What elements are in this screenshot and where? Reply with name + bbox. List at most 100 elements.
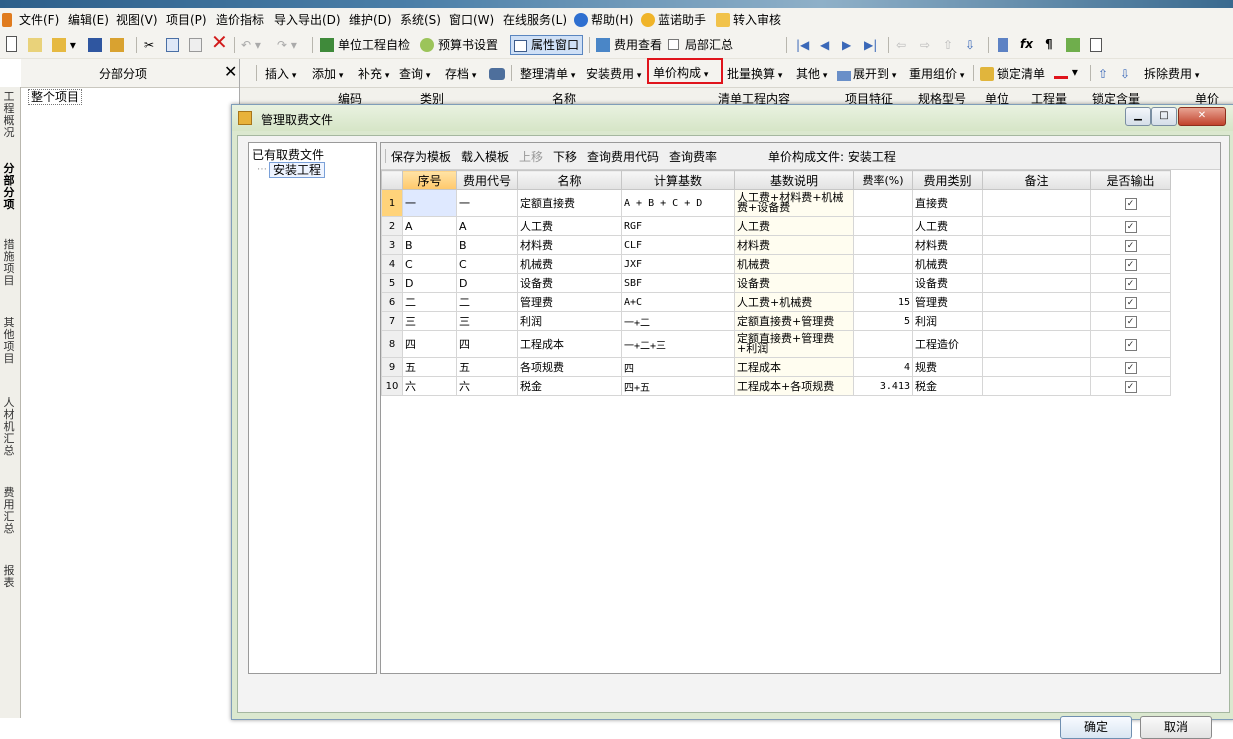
binoculars-icon[interactable]	[489, 64, 505, 82]
cell-base-desc[interactable]: 人工费+材料费+机械费+设备费	[734, 189, 854, 217]
cell-rate[interactable]	[853, 254, 913, 274]
tab-sub-items[interactable]: 分部分项	[2, 163, 16, 223]
table-row[interactable]: 3 B B 材料费 CLF 材料费 材料费 ✓	[381, 235, 1171, 255]
output-checkbox[interactable]: ✓	[1124, 339, 1137, 351]
unit-check-button[interactable]: 单位工程自检	[320, 36, 410, 54]
cell-base-desc[interactable]: 工程成本+各项规费	[734, 376, 854, 396]
supplement-button[interactable]: 补充	[358, 65, 389, 83]
cell-base-desc[interactable]: 定额直接费+管理费+利润	[734, 330, 854, 358]
cell-remark[interactable]	[982, 330, 1091, 358]
up-arrow-icon[interactable]: ⇧	[943, 36, 953, 54]
other-button[interactable]: 其他	[796, 65, 827, 83]
unit-price-composition-button[interactable]: 单价构成	[647, 58, 723, 84]
col-remark[interactable]: 备注	[982, 170, 1091, 190]
lock-list-button[interactable]: 锁定清单	[980, 65, 1045, 83]
first-icon[interactable]: |◀	[796, 36, 809, 54]
table-row[interactable]: 4 C C 机械费 JXF 机械费 机械费 ✓	[381, 254, 1171, 274]
ok-button[interactable]: 确定	[1060, 716, 1132, 739]
table-row[interactable]: 7 三三利润 一+二 定额直接费+管理费 5 利润 ✓	[381, 311, 1171, 331]
save-icon[interactable]	[88, 36, 102, 54]
cell-seq[interactable]: D	[402, 273, 457, 293]
last-icon[interactable]: ▶|	[864, 36, 877, 54]
cell-fee-code[interactable]: 五	[456, 357, 518, 377]
cell-seq[interactable]: A	[402, 216, 457, 236]
tree-root-item[interactable]: 整个项目	[28, 89, 83, 105]
function-icon[interactable]: fx	[1020, 35, 1033, 53]
fee-file-item[interactable]: 安装工程	[269, 162, 326, 178]
query-button[interactable]: 查询	[399, 65, 430, 83]
fill-color-icon[interactable]: ▾	[1054, 63, 1078, 81]
minimize-icon[interactable]: ▁	[1125, 107, 1151, 126]
output-checkbox[interactable]: ✓	[1124, 259, 1137, 271]
down-arrow-icon[interactable]: ⇩	[965, 36, 975, 54]
copy-icon[interactable]	[166, 36, 179, 54]
tab-project-overview[interactable]: 工程概况	[2, 91, 16, 151]
cell-fee-name[interactable]: 人工费	[517, 216, 622, 236]
open-folder-icon[interactable]: ▾	[52, 36, 76, 54]
cell-base-desc[interactable]: 人工费	[734, 216, 854, 236]
cell-calc-base[interactable]: RGF	[621, 216, 735, 236]
cell-seq[interactable]: C	[402, 254, 457, 274]
menu-project[interactable]: 项目(P)	[166, 12, 207, 28]
cell-fee-category[interactable]: 工程造价	[912, 330, 983, 358]
new-file-icon[interactable]	[6, 36, 17, 54]
move-up-icon[interactable]: ⇧	[1098, 65, 1108, 83]
move-down-button[interactable]: 下移	[553, 148, 577, 165]
query-rate-button[interactable]: 查询费率	[669, 148, 717, 165]
cell-remark[interactable]	[982, 235, 1091, 255]
next-icon[interactable]: ▶	[842, 36, 851, 54]
3d-box-icon[interactable]	[1066, 36, 1080, 54]
cell-calc-base[interactable]: 四+五	[621, 376, 735, 396]
query-fee-code-button[interactable]: 查询费用代码	[587, 148, 659, 165]
paragraph-icon[interactable]: ¶	[1045, 35, 1053, 53]
cell-rate[interactable]	[853, 330, 913, 358]
cell-remark[interactable]	[982, 292, 1091, 312]
cell-base-desc[interactable]: 定额直接费+管理费	[734, 311, 854, 331]
cell-seq[interactable]: 二	[402, 292, 457, 312]
load-template-button[interactable]: 载入模板	[461, 148, 509, 165]
cell-calc-base[interactable]: A+C	[621, 292, 735, 312]
cell-fee-category[interactable]: 利润	[912, 311, 983, 331]
table-row[interactable]: 9 五五各项规费四工程成本 4 规费 ✓	[381, 357, 1171, 377]
output-checkbox[interactable]: ✓	[1124, 297, 1137, 309]
install-fee-button[interactable]: 安装费用	[586, 65, 641, 83]
menu-to-audit[interactable]: 转入审核	[716, 12, 781, 28]
archive-button[interactable]: 存档	[445, 65, 476, 83]
menu-import-export[interactable]: 导入导出(D)	[274, 12, 341, 28]
close-icon[interactable]: ✕	[224, 62, 237, 81]
cell-fee-code[interactable]: 六	[456, 376, 518, 396]
cell-calc-base[interactable]: 一+二+三	[621, 330, 735, 358]
cell-fee-code[interactable]: C	[456, 254, 518, 274]
cell-rate[interactable]	[853, 216, 913, 236]
partial-summary-toggle[interactable]: 局部汇总	[668, 36, 733, 54]
table-row[interactable]: 5 D D 设备费 SBF 设备费 设备费 ✓	[381, 273, 1171, 293]
save-all-icon[interactable]	[110, 36, 124, 54]
cut-icon[interactable]: ✂	[144, 36, 154, 54]
new-project-icon[interactable]	[28, 36, 42, 54]
cell-calc-base[interactable]: A + B + C + D	[621, 189, 735, 217]
organize-list-button[interactable]: 整理清单	[520, 65, 575, 83]
cell-remark[interactable]	[982, 189, 1091, 217]
cell-seq[interactable]: 四	[402, 330, 457, 358]
list-view-icon[interactable]	[1090, 36, 1102, 54]
undo-icon[interactable]: ↶ ▾	[241, 36, 261, 54]
cell-remark[interactable]	[982, 311, 1091, 331]
cell-fee-code[interactable]: D	[456, 273, 518, 293]
delete-icon[interactable]: ✕	[211, 32, 228, 52]
col-calc-base[interactable]: 计算基数	[621, 170, 735, 190]
menu-help[interactable]: 帮助(H)	[574, 12, 633, 28]
add-button[interactable]: 添加	[312, 65, 343, 83]
cell-remark[interactable]	[982, 376, 1091, 396]
menu-window[interactable]: 窗口(W)	[449, 12, 494, 28]
cancel-button[interactable]: 取消	[1140, 716, 1212, 739]
cell-seq[interactable]: 一	[402, 189, 457, 217]
cell-fee-category[interactable]: 规费	[912, 357, 983, 377]
cell-calc-base[interactable]: SBF	[621, 273, 735, 293]
cell-base-desc[interactable]: 材料费	[734, 235, 854, 255]
menu-edit[interactable]: 编辑(E)	[68, 12, 109, 28]
col-fee-category[interactable]: 费用类别	[912, 170, 983, 190]
cell-fee-name[interactable]: 税金	[517, 376, 622, 396]
row-number[interactable]: 5	[381, 273, 403, 293]
menu-cost-index[interactable]: 造价指标	[216, 12, 264, 28]
cell-fee-name[interactable]: 材料费	[517, 235, 622, 255]
